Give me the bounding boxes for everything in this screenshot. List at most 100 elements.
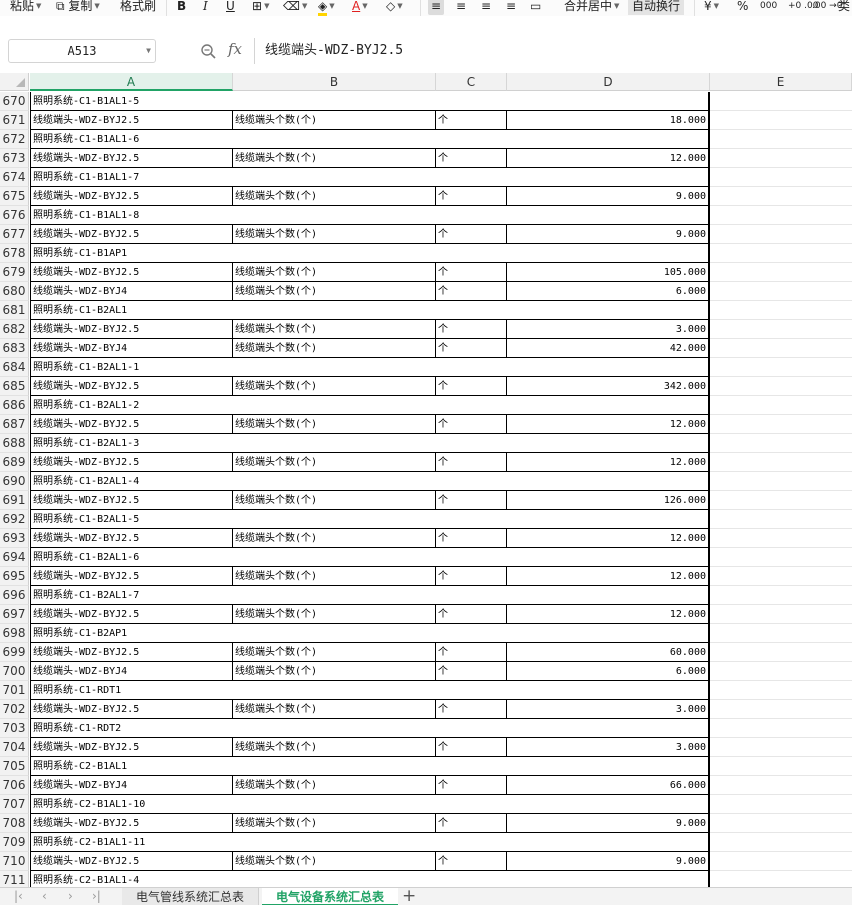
- cell-e[interactable]: [710, 453, 852, 472]
- cell-c[interactable]: 个: [436, 339, 507, 358]
- border-button[interactable]: ⊞ ▼: [252, 0, 269, 15]
- cell-a[interactable]: 照明系统-C1-RDT2: [30, 719, 709, 738]
- row-header[interactable]: 687: [0, 415, 29, 434]
- cell-e[interactable]: [710, 643, 852, 662]
- cell-a[interactable]: 线缆端头-WDZ-BYJ2.5: [30, 529, 233, 548]
- cell-e[interactable]: [710, 738, 852, 757]
- column-header-b[interactable]: B: [233, 73, 436, 91]
- row-header[interactable]: 673: [0, 149, 29, 168]
- cell-d[interactable]: 126.000: [507, 491, 709, 510]
- cell-e[interactable]: [710, 301, 852, 320]
- row-header[interactable]: 691: [0, 491, 29, 510]
- row-header[interactable]: 707: [0, 795, 29, 814]
- currency-button[interactable]: ¥ ▼: [704, 0, 719, 15]
- cell-c[interactable]: 个: [436, 377, 507, 396]
- cell-e[interactable]: [710, 339, 852, 358]
- cell-c[interactable]: 个: [436, 643, 507, 662]
- cell-d[interactable]: 342.000: [507, 377, 709, 396]
- cell-b[interactable]: 线缆端头个数(个): [233, 187, 436, 206]
- cell-d[interactable]: 60.000: [507, 643, 709, 662]
- cell-d[interactable]: 3.000: [507, 738, 709, 757]
- cell-b[interactable]: 线缆端头个数(个): [233, 149, 436, 168]
- cell-e[interactable]: [710, 586, 852, 605]
- row-header[interactable]: 680: [0, 282, 29, 301]
- cell-b[interactable]: 线缆端头个数(个): [233, 814, 436, 833]
- fill-color-button[interactable]: ◈ ▼: [318, 0, 335, 16]
- row-header[interactable]: 699: [0, 643, 29, 662]
- percent-button[interactable]: %: [737, 0, 748, 15]
- align-center-button[interactable]: ≡: [456, 0, 466, 15]
- row-header[interactable]: 689: [0, 453, 29, 472]
- cell-e[interactable]: [710, 852, 852, 871]
- cell-a[interactable]: 线缆端头-WDZ-BYJ2.5: [30, 491, 233, 510]
- fx-icon[interactable]: fx: [228, 40, 242, 58]
- cell-c[interactable]: 个: [436, 738, 507, 757]
- cell-d[interactable]: 6.000: [507, 662, 709, 681]
- cell-d[interactable]: 12.000: [507, 149, 709, 168]
- cell-c[interactable]: 个: [436, 187, 507, 206]
- row-header[interactable]: 685: [0, 377, 29, 396]
- cell-d[interactable]: 18.000: [507, 111, 709, 130]
- cell-e[interactable]: [710, 377, 852, 396]
- row-header[interactable]: 679: [0, 263, 29, 282]
- cell-e[interactable]: [710, 244, 852, 263]
- row-header[interactable]: 676: [0, 206, 29, 225]
- bold-button[interactable]: B: [177, 0, 186, 15]
- cell-a[interactable]: 照明系统-C2-B1AL1-11: [30, 833, 709, 852]
- format-painter-button[interactable]: 格式刷: [120, 0, 156, 15]
- row-header[interactable]: 709: [0, 833, 29, 852]
- cell-a[interactable]: 线缆端头-WDZ-BYJ2.5: [30, 225, 233, 244]
- cell-a[interactable]: 线缆端头-WDZ-BYJ2.5: [30, 567, 233, 586]
- row-header[interactable]: 688: [0, 434, 29, 453]
- cell-b[interactable]: 线缆端头个数(个): [233, 643, 436, 662]
- cell-c[interactable]: 个: [436, 415, 507, 434]
- cell-e[interactable]: [710, 567, 852, 586]
- cell-e[interactable]: [710, 472, 852, 491]
- cell-a[interactable]: 线缆端头-WDZ-BYJ2.5: [30, 377, 233, 396]
- row-header[interactable]: 710: [0, 852, 29, 871]
- row-header[interactable]: 696: [0, 586, 29, 605]
- cell-e[interactable]: [710, 263, 852, 282]
- cell-e[interactable]: [710, 415, 852, 434]
- cell-d[interactable]: 42.000: [507, 339, 709, 358]
- cell-b[interactable]: 线缆端头个数(个): [233, 605, 436, 624]
- cell-d[interactable]: 9.000: [507, 187, 709, 206]
- cell-a[interactable]: 线缆端头-WDZ-BYJ2.5: [30, 111, 233, 130]
- cell-e[interactable]: [710, 510, 852, 529]
- row-header[interactable]: 698: [0, 624, 29, 643]
- cell-d[interactable]: 66.000: [507, 776, 709, 795]
- row-header[interactable]: 695: [0, 567, 29, 586]
- cell-c[interactable]: 个: [436, 491, 507, 510]
- cell-b[interactable]: 线缆端头个数(个): [233, 700, 436, 719]
- distribute-button[interactable]: ▭: [530, 0, 541, 15]
- first-sheet-icon[interactable]: |‹: [14, 889, 23, 903]
- cell-c[interactable]: 个: [436, 700, 507, 719]
- row-header[interactable]: 702: [0, 700, 29, 719]
- row-header[interactable]: 678: [0, 244, 29, 263]
- cell-c[interactable]: 个: [436, 453, 507, 472]
- cell-a[interactable]: 线缆端头-WDZ-BYJ2.5: [30, 814, 233, 833]
- row-header[interactable]: 708: [0, 814, 29, 833]
- cell-a[interactable]: 线缆端头-WDZ-BYJ4: [30, 339, 233, 358]
- cell-e[interactable]: [710, 130, 852, 149]
- cell-e[interactable]: [710, 624, 852, 643]
- cell-e[interactable]: [710, 700, 852, 719]
- cell-a[interactable]: 线缆端头-WDZ-BYJ2.5: [30, 453, 233, 472]
- row-header[interactable]: 705: [0, 757, 29, 776]
- next-sheet-icon[interactable]: ›: [68, 889, 73, 903]
- cell-b[interactable]: 线缆端头个数(个): [233, 320, 436, 339]
- cell-a[interactable]: 照明系统-C1-B1AL1-7: [30, 168, 709, 187]
- row-header[interactable]: 690: [0, 472, 29, 491]
- cell-a[interactable]: 线缆端头-WDZ-BYJ2.5: [30, 852, 233, 871]
- cell-a[interactable]: 照明系统-C1-B1AL1-5: [30, 92, 709, 111]
- cell-b[interactable]: 线缆端头个数(个): [233, 491, 436, 510]
- column-header-d[interactable]: D: [507, 73, 710, 91]
- cell-a[interactable]: 线缆端头-WDZ-BYJ2.5: [30, 700, 233, 719]
- cell-e[interactable]: [710, 814, 852, 833]
- cell-a[interactable]: 照明系统-C2-B1AL1-10: [30, 795, 709, 814]
- last-sheet-icon[interactable]: ›|: [92, 889, 101, 903]
- cell-e[interactable]: [710, 605, 852, 624]
- cell-a[interactable]: 照明系统-C1-RDT1: [30, 681, 709, 700]
- cell-b[interactable]: 线缆端头个数(个): [233, 662, 436, 681]
- row-header[interactable]: 703: [0, 719, 29, 738]
